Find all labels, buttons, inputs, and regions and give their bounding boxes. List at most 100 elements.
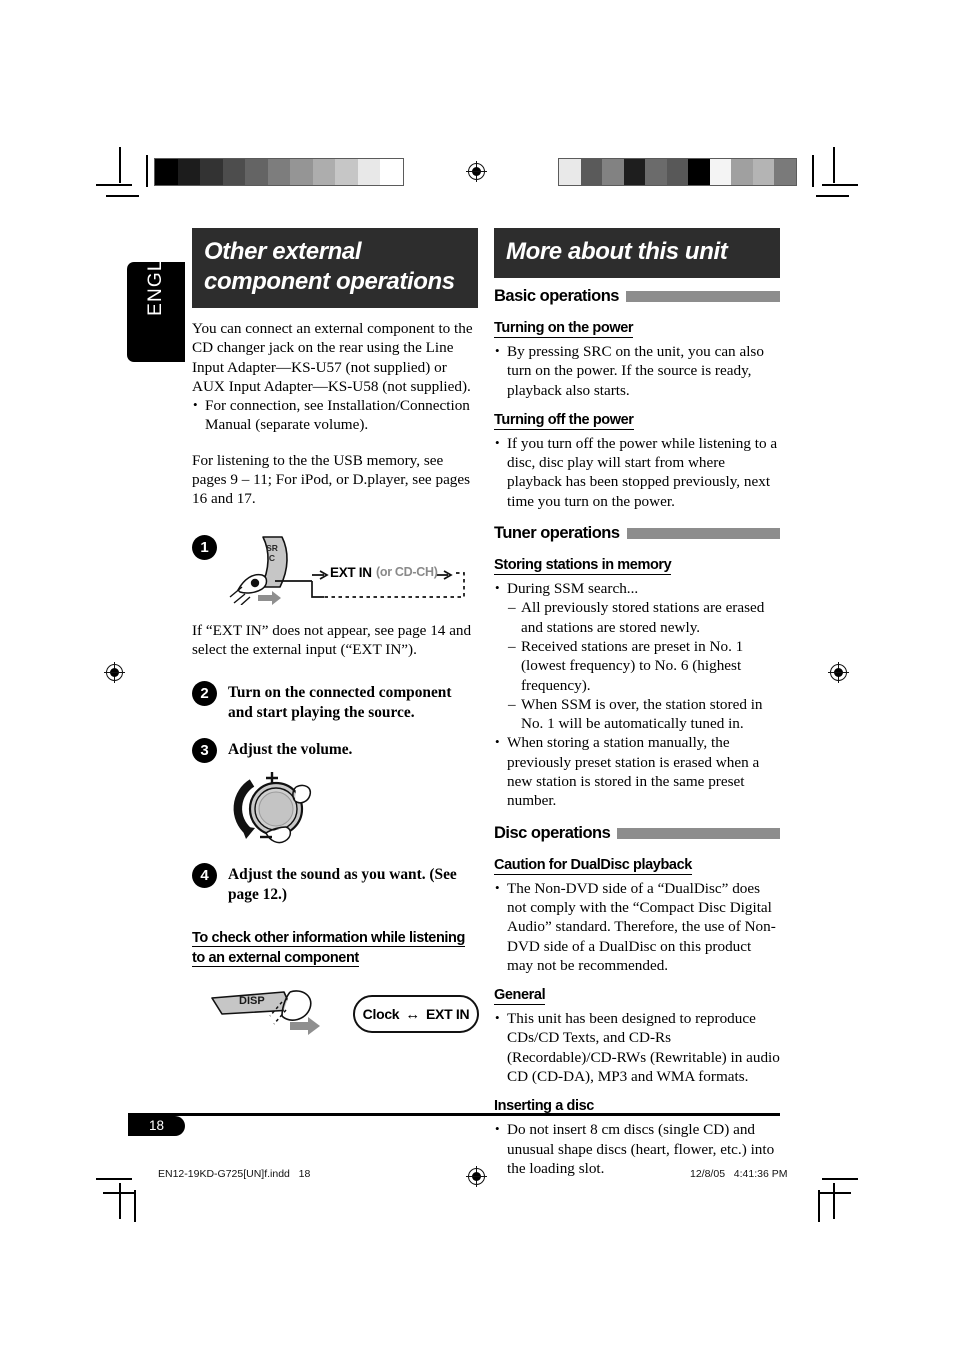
intro-paragraph: You can connect an external component to… (192, 320, 473, 395)
section-header-label: Disc operations (494, 823, 611, 842)
gray-swatch (559, 159, 581, 185)
src-button-label: SRC (266, 542, 278, 563)
crop-mark-top-left-horizontal (96, 184, 132, 186)
registration-mark-right-middle (828, 662, 849, 683)
step-1-note: If “EXT IN” does not appear, see page 14… (192, 621, 472, 658)
language-tab: ENGLISH (127, 224, 185, 362)
footer-timestamp: 12/8/05 4:41:36 PM (690, 1168, 788, 1180)
subheading-turning-off-the-power: Turning off the power (494, 411, 634, 430)
usb-note-paragraph: For listening to the the USB memory, see… (192, 451, 471, 508)
section-header-label: Tuner operations (494, 524, 620, 543)
list-item: This unit has been designed to reproduce… (494, 1008, 780, 1086)
bullet-list-manual-storing: When storing a station manually, the pre… (494, 732, 780, 810)
step-3: 3 Adjust the volume. (192, 738, 478, 764)
page-number-badge: 18 (128, 1116, 185, 1136)
subheading-caution-for-dualdisc-playback: Caution for DualDisc playback (494, 856, 692, 875)
bullet-list-turning-on-the-power: By pressing SRC on the unit, you can als… (494, 341, 780, 400)
bullet-list-turning-off-the-power: If you turn off the power while listenin… (494, 433, 780, 511)
crop-mark-bottom-left-horizontal (96, 1178, 132, 1180)
page-title-more-about-this-unit: More about this unit (494, 228, 780, 278)
gray-swatch (312, 159, 335, 185)
gray-swatch (688, 159, 710, 185)
disp-display-content: Clock ↔ EXT IN (354, 996, 478, 1032)
right-column: More about this unit Basic operations Tu… (494, 228, 780, 1178)
check-info-heading: To check other information while listeni… (192, 928, 478, 968)
gray-swatch (666, 159, 688, 185)
list-item: For connection, see Installation/Connect… (192, 395, 478, 435)
bidirectional-arrow-icon: ↔ (405, 1005, 420, 1023)
grayscale-calibration-strip-left (154, 158, 404, 186)
step-4: 4 Adjust the sound as you want. (See pag… (192, 863, 478, 904)
list-item: During SSM search... (494, 578, 780, 598)
grayscale-calibration-strip-right (558, 158, 797, 186)
intro-bullet-list: For connection, see Installation/Connect… (192, 395, 478, 435)
crop-mark-top-left-inner-vertical (146, 155, 148, 187)
gray-swatch (335, 159, 358, 185)
language-tab-label: ENGLISH (145, 224, 166, 316)
step-1: 1 EXT IN (or CD-CH) SRC (192, 534, 478, 606)
section-header-basic-operations: Basic operations (494, 287, 780, 306)
crop-mark-top-right-inner-vertical (812, 155, 814, 187)
gray-swatch (752, 159, 774, 185)
registration-mark-top-center (466, 161, 487, 182)
step-1-number: 1 (192, 534, 217, 560)
disp-display-left-label: Clock (362, 1006, 400, 1023)
gray-swatch (222, 159, 245, 185)
crop-mark-top-right-inner-horizontal (816, 195, 849, 197)
crop-mark-bottom-right-vertical (833, 1183, 835, 1219)
gray-swatch (645, 159, 667, 185)
page-title-other-external-component-operations: Other external component operations (192, 228, 478, 308)
crop-mark-bottom-left-inner-vertical (134, 1190, 136, 1222)
gray-swatch (357, 159, 380, 185)
gray-swatch (177, 159, 200, 185)
volume-knob-diagram-svg (233, 772, 312, 844)
gray-swatch (731, 159, 753, 185)
gray-swatch (709, 159, 731, 185)
list-item: By pressing SRC on the unit, you can als… (494, 341, 780, 400)
list-item: When storing a station manually, the pre… (494, 732, 780, 810)
disp-display-right-label: EXT IN (426, 1006, 470, 1023)
section-header-tuner-operations: Tuner operations (494, 524, 780, 543)
subheading-general: General (494, 987, 546, 1006)
gray-swatch (245, 159, 268, 185)
registration-mark-left-middle (104, 662, 125, 683)
bullet-list-storing-stations: During SSM search... (494, 578, 780, 598)
step-2-text: Turn on the connected component and star… (228, 684, 452, 721)
check-info-figure-disp-button: DISP Clock ↔ EXT IN (204, 982, 484, 1044)
check-info-heading-text: To check other information while listeni… (192, 930, 465, 968)
crop-mark-bottom-right-inner-horizontal (818, 1192, 851, 1194)
registration-mark-bottom-center (466, 1166, 487, 1187)
step-3-figure-volume-knob (222, 769, 342, 851)
step-1-figure-src-button: EXT IN (or CD-CH) SRC (228, 535, 472, 606)
bullet-list-dualdisc-caution: The Non-DVD side of a “DualDisc” does no… (494, 878, 780, 975)
list-item: All previously stored stations are erase… (508, 598, 780, 637)
list-item: The Non-DVD side of a “DualDisc” does no… (494, 878, 780, 975)
subheading-storing-stations-in-memory: Storing stations in memory (494, 557, 672, 576)
crop-mark-bottom-right-inner-vertical (818, 1190, 820, 1222)
gray-swatch (200, 159, 223, 185)
dash-list-ssm-details: All previously stored stations are erase… (494, 598, 780, 733)
list-item: If you turn off the power while listenin… (494, 433, 780, 511)
gray-swatch (623, 159, 645, 185)
left-column: Other external component operations You … (192, 228, 479, 1044)
src-display-secondary-label: (or CD-CH) (376, 564, 438, 579)
crop-mark-top-right-horizontal (822, 184, 858, 186)
bullet-list-general: This unit has been designed to reproduce… (494, 1008, 780, 1086)
step-2-number: 2 (192, 681, 217, 707)
section-header-disc-operations: Disc operations (494, 824, 780, 843)
gray-swatch (267, 159, 290, 185)
section-header-bar (617, 827, 780, 839)
gray-swatch (155, 159, 178, 185)
subheading-turning-on-the-power: Turning on the power (494, 320, 634, 338)
gray-swatch (290, 159, 313, 185)
crop-mark-bottom-right-horizontal (822, 1178, 858, 1180)
list-item: When SSM is over, the station stored in … (508, 695, 780, 734)
section-header-bar (625, 291, 780, 302)
step-3-text: Adjust the volume. (228, 741, 353, 759)
disp-button-label: DISP (239, 995, 265, 1008)
crop-mark-top-right-vertical (833, 147, 835, 183)
crop-mark-top-left-inner-horizontal (106, 195, 139, 197)
footer-divider (128, 1113, 780, 1116)
gray-swatch (774, 159, 796, 185)
src-display-primary-label: EXT IN (330, 564, 372, 580)
